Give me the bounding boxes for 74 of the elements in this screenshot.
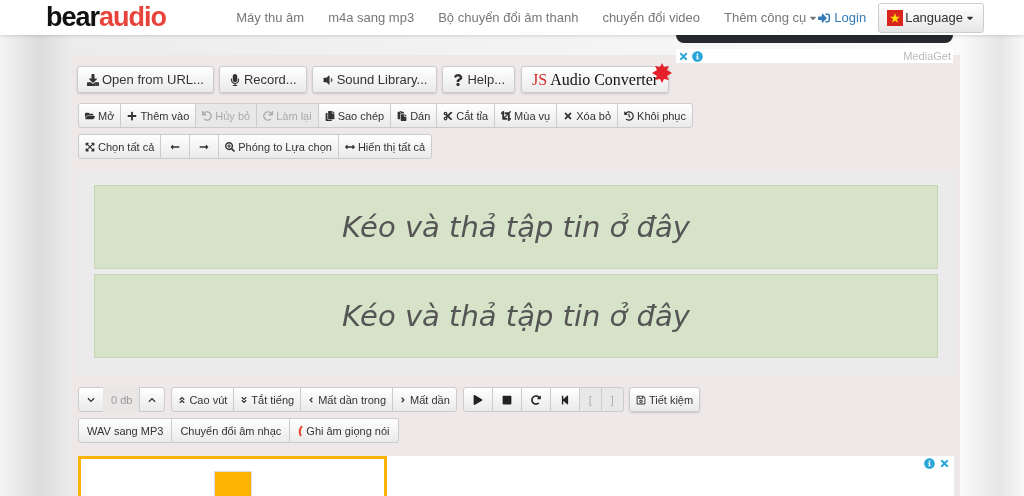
link-button[interactable]: Chuyển đổi âm nhạc [171,418,291,443]
question-icon [452,73,465,86]
save-button[interactable]: Tiết kiệm [628,387,701,412]
paste-icon [397,110,408,121]
folder-icon [85,110,95,121]
copy-icon [324,110,335,121]
stop-button[interactable] [491,387,522,412]
language-button[interactable]: Language [878,2,984,33]
toolbar-button[interactable]: Phóng to Lựa chọn [218,134,339,159]
ad-logo-icon [213,471,252,496]
effect-button[interactable]: Mất dần [392,387,457,412]
loop-button[interactable] [520,387,551,412]
scissors-icon [443,110,454,121]
toolbar-button[interactable]: Mở [78,103,122,128]
toolbar-button[interactable] [160,134,191,159]
toolbar-button[interactable] [189,134,220,159]
toolbar-button[interactable]: Xóa bỏ [556,103,619,128]
toolbar-button[interactable]: Chọn tất cả [78,134,162,159]
bearaudio-logo[interactable]: bearaudio [46,2,237,33]
history-icon [624,110,635,121]
save-icon [635,394,646,405]
login-link[interactable]: Login [818,10,867,25]
reload-icon [530,394,541,405]
nav-link[interactable]: chuyển đổi video [602,10,700,25]
action-button[interactable]: Help... [442,66,515,93]
nav-link[interactable]: Thêm công cụ [723,10,819,25]
crop-icon [501,110,512,121]
undo-icon [202,110,213,121]
flag-icon [887,9,904,26]
plus-icon [127,110,138,121]
toolbar-button[interactable]: Hiển thị tất cả [337,134,433,159]
stop-icon [501,394,512,405]
info-icon [924,458,935,469]
expand-icon [85,141,95,152]
nav-link[interactable]: m4a sang mp3 [328,10,415,25]
download-icon [87,73,99,86]
close-icon [678,50,689,62]
sign-in-icon [818,11,831,24]
chevron-up-icon [148,395,157,404]
toolbar-button[interactable]: Khôi phục [617,103,693,128]
link-button[interactable]: Ghi âm giọng nói [289,418,399,443]
effect-button[interactable]: Cao vút [171,387,235,412]
effect-button[interactable]: Mất dần trong [300,387,394,412]
chevron-down-icon [87,395,95,404]
action-button[interactable]: Record... [218,66,307,93]
nav-link[interactable]: Bộ chuyển đổi âm thanh [438,10,579,25]
microphone-icon [228,73,241,86]
play-icon [472,394,483,405]
info-icon [692,50,703,62]
drop-zone[interactable]: Kéo và thả tập tin ở đây [94,274,938,358]
double-chevron-up-icon [178,395,187,404]
toolbar-button[interactable]: Dán [390,103,438,128]
action-button[interactable]: Open from URL... [77,66,214,93]
action-button[interactable]: Sound Library... [311,66,438,93]
toolbar-button[interactable]: Sao chép [317,103,392,128]
toolbar-button[interactable]: Cắt tỉa [436,103,496,128]
toolbar-button[interactable]: Mùa vụ [494,103,558,128]
link-button[interactable]: WAV sang MP3 [78,418,173,443]
toolbar-button[interactable]: Thêm vào [120,103,197,128]
js-audio-converter-logo[interactable]: JS Audio Converter [521,66,670,93]
zoom-in-icon [225,141,236,152]
rewind-button[interactable] [549,387,580,412]
effect-button[interactable]: Tắt tiếng [233,387,302,412]
drop-zone[interactable]: Kéo và thả tập tin ở đây [94,185,938,269]
double-chevron-down-icon [240,395,249,404]
close-icon [563,110,574,121]
redo-icon [263,110,274,121]
nav-link[interactable]: Máy thu âm [236,10,305,25]
close-icon [939,458,950,469]
ad-label: MediaGet [903,50,951,62]
volume-value: 0 db [103,387,141,412]
play-button[interactable] [462,387,493,412]
speaker-icon [321,73,334,86]
skip-back-icon [559,394,570,405]
